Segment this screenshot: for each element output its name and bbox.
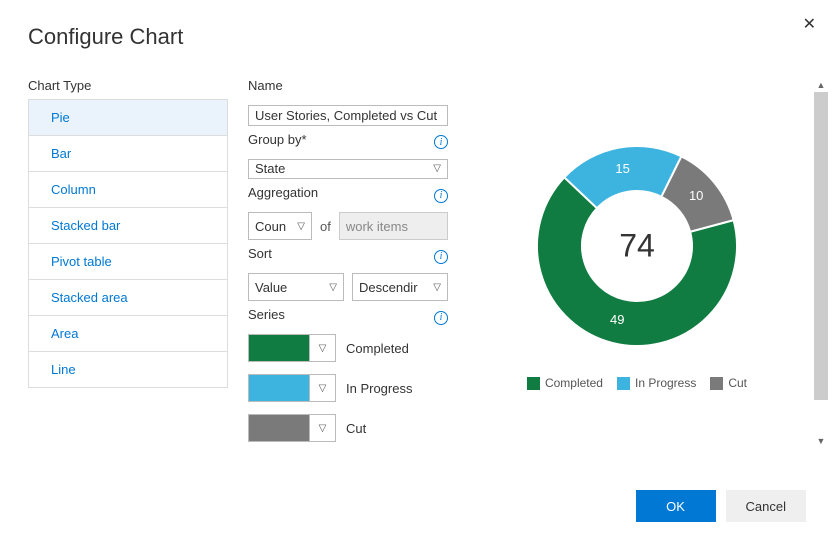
chart-slice-value: 49 bbox=[610, 312, 624, 327]
sort-by-value: Value bbox=[255, 280, 287, 295]
info-icon[interactable]: i bbox=[434, 311, 448, 325]
color-swatch bbox=[249, 375, 309, 401]
chart-type-line[interactable]: Line bbox=[29, 351, 227, 387]
legend-label: Cut bbox=[728, 376, 747, 390]
info-icon[interactable]: i bbox=[434, 250, 448, 264]
legend-label: In Progress bbox=[635, 376, 696, 390]
chart-slice-value: 15 bbox=[615, 161, 629, 176]
legend-swatch bbox=[617, 377, 630, 390]
chevron-down-icon: ▽ bbox=[309, 335, 335, 361]
chevron-down-icon: ▽ bbox=[309, 375, 335, 401]
scrollbar-thumb[interactable] bbox=[814, 92, 828, 400]
series-label: Series bbox=[248, 307, 285, 322]
aggregation-value: Coun bbox=[255, 219, 286, 234]
group-by-value: State bbox=[255, 161, 285, 176]
chevron-down-icon: ▽ bbox=[297, 221, 305, 232]
chart-slice-value: 10 bbox=[689, 188, 703, 203]
info-icon[interactable]: i bbox=[434, 189, 448, 203]
work-items-field: work items bbox=[339, 212, 448, 240]
color-swatch bbox=[249, 335, 309, 361]
legend-label: Completed bbox=[545, 376, 603, 390]
scrollbar-track[interactable] bbox=[814, 92, 828, 434]
chart-legend: Completed In Progress Cut bbox=[527, 376, 747, 390]
info-icon[interactable]: i bbox=[434, 135, 448, 149]
series-color-picker[interactable]: ▽ bbox=[248, 414, 336, 442]
legend-item: Completed bbox=[527, 376, 603, 390]
chart-type-stacked-bar[interactable]: Stacked bar bbox=[29, 207, 227, 243]
legend-item: In Progress bbox=[617, 376, 696, 390]
chevron-down-icon: ▽ bbox=[329, 282, 337, 293]
of-label: of bbox=[320, 219, 331, 234]
group-by-select[interactable]: State ▽ bbox=[248, 159, 448, 180]
scroll-up-icon[interactable]: ▲ bbox=[814, 78, 828, 92]
chart-type-column[interactable]: Column bbox=[29, 171, 227, 207]
scroll-down-icon[interactable]: ▼ bbox=[814, 434, 828, 448]
group-by-label: Group by* bbox=[248, 132, 307, 147]
legend-swatch bbox=[527, 377, 540, 390]
series-row-completed: ▽ Completed bbox=[248, 334, 448, 362]
legend-swatch bbox=[710, 377, 723, 390]
color-swatch bbox=[249, 415, 309, 441]
chart-type-bar[interactable]: Bar bbox=[29, 135, 227, 171]
chart-preview: 74 49 15 10 bbox=[527, 136, 747, 356]
series-item-label: In Progress bbox=[346, 381, 412, 396]
cancel-button[interactable]: Cancel bbox=[726, 490, 806, 522]
sort-dir-select[interactable]: Descendir ▽ bbox=[352, 273, 448, 301]
scrollbar[interactable]: ▲ ▼ bbox=[814, 78, 828, 448]
chart-type-label: Chart Type bbox=[28, 78, 228, 93]
dialog-title: Configure Chart bbox=[28, 24, 806, 50]
chart-type-list: Pie Bar Column Stacked bar Pivot table S… bbox=[28, 99, 228, 388]
aggregation-select[interactable]: Coun ▽ bbox=[248, 212, 312, 240]
chart-center-total: 74 bbox=[619, 228, 655, 265]
chart-type-area[interactable]: Area bbox=[29, 315, 227, 351]
close-icon[interactable]: ✕ bbox=[803, 14, 816, 34]
aggregation-label: Aggregation bbox=[248, 185, 318, 200]
legend-item: Cut bbox=[710, 376, 747, 390]
series-item-label: Completed bbox=[346, 341, 409, 356]
series-item-label: Cut bbox=[346, 421, 366, 436]
chart-type-stacked-area[interactable]: Stacked area bbox=[29, 279, 227, 315]
chevron-down-icon: ▽ bbox=[433, 163, 441, 174]
chevron-down-icon: ▽ bbox=[309, 415, 335, 441]
name-input[interactable] bbox=[248, 105, 448, 126]
ok-button[interactable]: OK bbox=[636, 490, 716, 522]
series-color-picker[interactable]: ▽ bbox=[248, 374, 336, 402]
series-row-in-progress: ▽ In Progress bbox=[248, 374, 448, 402]
chevron-down-icon: ▽ bbox=[433, 282, 441, 293]
sort-label: Sort bbox=[248, 246, 272, 261]
name-label: Name bbox=[248, 78, 448, 93]
chart-type-pivot-table[interactable]: Pivot table bbox=[29, 243, 227, 279]
sort-dir-value: Descendir bbox=[359, 280, 418, 295]
sort-by-select[interactable]: Value ▽ bbox=[248, 273, 344, 301]
series-row-cut: ▽ Cut bbox=[248, 414, 448, 442]
chart-type-pie[interactable]: Pie bbox=[29, 99, 227, 135]
series-color-picker[interactable]: ▽ bbox=[248, 334, 336, 362]
